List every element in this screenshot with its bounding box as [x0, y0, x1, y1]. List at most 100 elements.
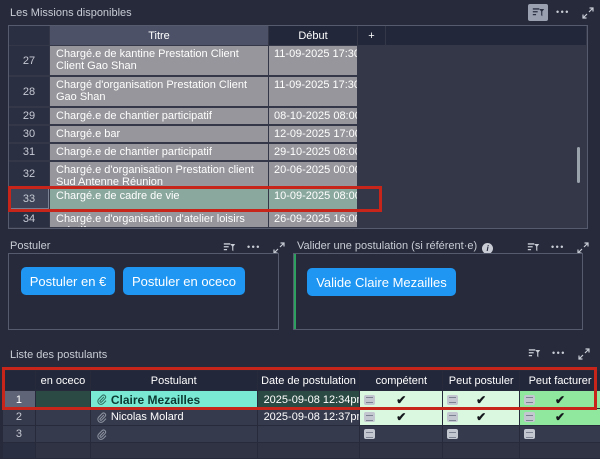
mission-title-cell[interactable]: Chargé.e d'organisation d'atelier loisir… [50, 211, 268, 227]
missions-expand-icon[interactable] [578, 4, 598, 21]
postuler-euro-button[interactable]: Postuler en € [21, 267, 115, 295]
checkbox-menu-icon[interactable] [364, 412, 375, 422]
missions-rows: 27 Chargé.e de kantine Prestation Client… [9, 46, 587, 229]
mission-title-cell[interactable]: Chargé.e de kantine Prestation Client Cl… [50, 46, 268, 75]
peut-facturer-checkbox-cell[interactable]: ✔ [520, 391, 600, 408]
peut-postuler-checkbox-cell[interactable] [443, 426, 519, 442]
mission-row[interactable]: 32 Chargé.e d'organisation Prestation cl… [9, 162, 587, 186]
postulant-date-cell[interactable] [258, 443, 360, 458]
paperclip-icon[interactable] [96, 412, 107, 423]
mission-row[interactable]: 27 Chargé.e de kantine Prestation Client… [9, 46, 587, 75]
mission-title-cell[interactable]: Chargé.e de chantier participatif [50, 108, 268, 124]
postulant-row[interactable] [3, 443, 600, 458]
missions-header-titre[interactable]: Titre [50, 26, 268, 45]
postulant-row-number: 2 [3, 409, 35, 425]
missions-more-icon[interactable]: ••• [556, 8, 570, 17]
mission-row[interactable]: 29 Chargé.e de chantier participatif 08-… [9, 108, 587, 124]
mission-start-cell[interactable]: 11-09-2025 17:30 [269, 46, 357, 75]
paperclip-icon[interactable] [96, 394, 107, 405]
postulant-row[interactable]: 2 Nicolas Molard 2025-09-08 12:37pm ✔ ✔ … [3, 409, 600, 425]
checkbox-menu-icon[interactable] [524, 395, 535, 405]
mission-start-cell[interactable]: 20-06-2025 00:00 [269, 162, 357, 186]
mission-row[interactable]: 31 Chargé.e de chantier participatif 29-… [9, 144, 587, 160]
mission-row[interactable]: 30 Chargé.e bar 12-09-2025 17:00 [9, 126, 587, 142]
postulant-name-cell[interactable]: Nicolas Molard [91, 409, 257, 425]
mission-start-cell[interactable]: 08-10-2025 08:00 [269, 108, 357, 124]
missions-toolbar: ••• [528, 4, 598, 21]
postulant-date-cell[interactable]: 2025-09-08 12:37pm [258, 409, 360, 425]
postulants-panel-title: Liste des postulants [10, 349, 107, 361]
mission-title-cell[interactable]: Chargé d'organisation Prestation Client … [50, 77, 268, 106]
missions-panel-title: Les Missions disponibles [10, 7, 132, 19]
postulant-oceco-cell[interactable] [36, 443, 90, 458]
checkbox-menu-icon[interactable] [524, 429, 535, 439]
mission-row-number: 34 [9, 211, 49, 227]
mission-row-number: 30 [9, 126, 49, 142]
postulants-header-en-oceco[interactable]: en oceco [36, 371, 90, 390]
checkbox-menu-icon[interactable] [524, 412, 535, 422]
checkbox-menu-icon[interactable] [447, 395, 458, 405]
postulants-header-competent[interactable]: compétent [360, 371, 442, 390]
postulant-row-number [3, 443, 35, 458]
postulants-filter-icon[interactable] [524, 345, 544, 362]
mission-title-cell[interactable]: Chargé.e de cadre de vie [50, 188, 268, 209]
postulant-name-cell[interactable]: Claire Mezailles [91, 391, 257, 408]
competent-checkbox-cell[interactable]: ✔ [360, 409, 442, 425]
postulant-name-cell[interactable] [91, 443, 257, 458]
postulant-row[interactable]: 1 Claire Mezailles 2025-09-08 12:34pm ✔ … [3, 391, 600, 408]
checkbox-menu-icon[interactable] [364, 395, 375, 405]
postulants-more-icon[interactable]: ••• [552, 349, 566, 358]
postuler-more-icon[interactable]: ••• [247, 243, 261, 252]
checkbox-menu-icon[interactable] [364, 429, 375, 439]
missions-header-debut[interactable]: Début [269, 26, 357, 45]
postulants-table: en oceco Postulant Date de postulation c… [3, 371, 600, 459]
checkbox-menu-icon[interactable] [447, 412, 458, 422]
mission-row[interactable]: 33 Chargé.e de cadre de vie 10-09-2025 0… [9, 188, 587, 209]
valider-more-icon[interactable]: ••• [551, 243, 565, 252]
postulants-header-postulant[interactable]: Postulant [91, 371, 257, 390]
postulant-date-cell[interactable] [258, 426, 360, 442]
missions-header-add-column[interactable]: + [358, 26, 385, 45]
peut-postuler-checkbox-cell[interactable]: ✔ [443, 391, 519, 408]
postulant-name: Nicolas Molard [111, 411, 184, 423]
mission-start-cell[interactable]: 11-09-2025 17:30 [269, 77, 357, 106]
competent-checkbox-cell[interactable] [360, 443, 442, 458]
postulants-expand-icon[interactable] [574, 345, 594, 362]
postulant-oceco-cell[interactable] [36, 391, 90, 408]
postulant-row[interactable]: 3 [3, 426, 600, 442]
mission-row-number: 31 [9, 144, 49, 160]
mission-start-cell[interactable]: 26-09-2025 16:00 [269, 211, 357, 227]
postulant-oceco-cell[interactable] [36, 409, 90, 425]
mission-row[interactable]: 34 Chargé.e d'organisation d'atelier loi… [9, 211, 587, 227]
postulant-name-cell[interactable] [91, 426, 257, 442]
postulant-oceco-cell[interactable] [36, 426, 90, 442]
checkbox-menu-icon[interactable] [447, 429, 458, 439]
mission-title-cell[interactable]: Chargé.e de chantier participatif [50, 144, 268, 160]
check-icon: ✔ [555, 394, 565, 406]
mission-start-cell[interactable]: 29-10-2025 08:00 [269, 144, 357, 160]
missions-vertical-scrollbar[interactable] [577, 147, 580, 183]
mission-management-screen: { "missions": { "title": "Les Missions d… [0, 0, 600, 458]
peut-facturer-checkbox-cell[interactable] [520, 426, 600, 442]
mission-title-cell[interactable]: Chargé.e bar [50, 126, 268, 142]
postulants-header-date[interactable]: Date de postulation [258, 371, 360, 390]
peut-postuler-checkbox-cell[interactable]: ✔ [443, 409, 519, 425]
postulants-header-peut-facturer[interactable]: Peut facturer [520, 371, 600, 390]
postulants-header-peut-postuler[interactable]: Peut postuler [443, 371, 519, 390]
mission-start-cell[interactable]: 12-09-2025 17:00 [269, 126, 357, 142]
peut-postuler-checkbox-cell[interactable] [443, 443, 519, 458]
missions-filter-icon[interactable] [528, 4, 548, 21]
postulant-date-cell[interactable]: 2025-09-08 12:34pm [258, 391, 360, 408]
peut-facturer-checkbox-cell[interactable]: ✔ [520, 409, 600, 425]
competent-checkbox-cell[interactable] [360, 426, 442, 442]
peut-facturer-checkbox-cell[interactable] [520, 443, 600, 458]
competent-checkbox-cell[interactable]: ✔ [360, 391, 442, 408]
valide-claire-button[interactable]: Valide Claire Mezailles [307, 268, 456, 296]
postuler-oceco-button[interactable]: Postuler en oceco [123, 267, 245, 295]
paperclip-icon[interactable] [96, 429, 107, 440]
mission-start-cell[interactable]: 10-09-2025 08:00 [269, 188, 357, 209]
postulant-row-number: 1 [3, 391, 35, 408]
mission-title-cell[interactable]: Chargé.e d'organisation Prestation clien… [50, 162, 268, 186]
mission-row[interactable]: 28 Chargé d'organisation Prestation Clie… [9, 77, 587, 106]
missions-table: Titre Début + 27 Chargé.e de kantine Pre… [8, 25, 588, 229]
